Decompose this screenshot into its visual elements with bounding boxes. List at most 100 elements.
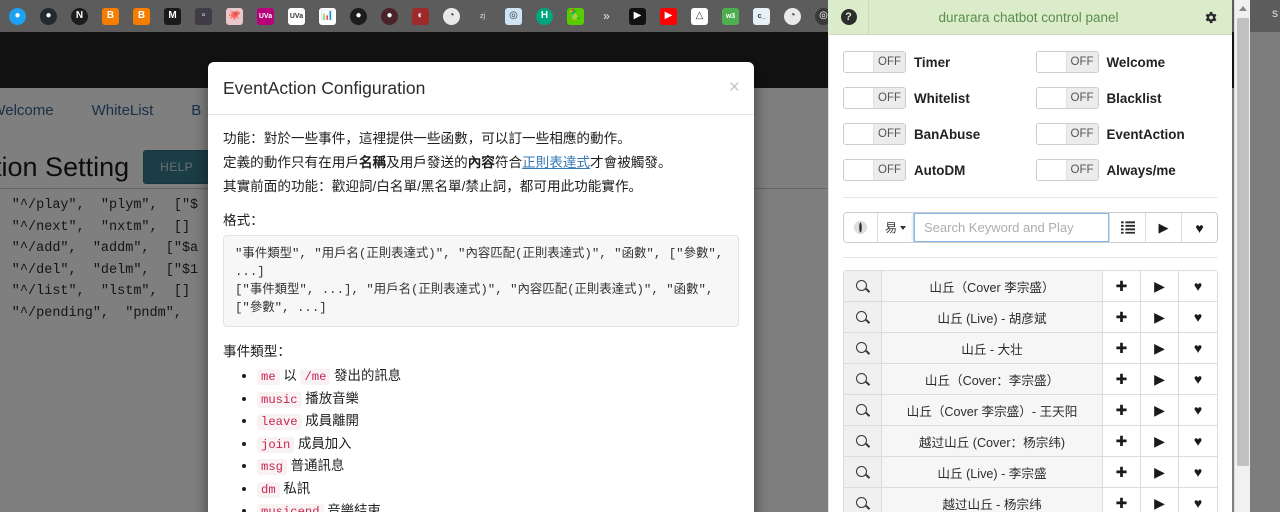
song-row[interactable]: 山丘（Cover 李宗盛） ✚ ▶ ♥: [843, 270, 1218, 301]
song-title[interactable]: 山丘（Cover 李宗盛）: [882, 271, 1103, 301]
song-row[interactable]: 山丘 (Live) - 李宗盛 ✚ ▶ ♥: [843, 456, 1218, 487]
play-icon[interactable]: ▶: [1145, 213, 1181, 242]
toggle-switch[interactable]: OFF: [843, 159, 906, 181]
bookmark-bluebird[interactable]: ●: [2, 3, 33, 29]
bookmark-globe-2[interactable]: ◔: [777, 3, 808, 29]
bookmark-blogger-1[interactable]: B: [95, 3, 126, 29]
search-icon[interactable]: [844, 426, 882, 456]
toggle-blacklist[interactable]: OFF Blacklist: [1035, 87, 1219, 109]
favorite-icon[interactable]: ♥: [1179, 457, 1217, 487]
search-icon[interactable]: [844, 364, 882, 394]
bookmark-dim[interactable]: ▫: [188, 3, 219, 29]
toggle-switch[interactable]: OFF: [843, 87, 906, 109]
play-icon[interactable]: ▶: [1141, 302, 1179, 332]
song-row[interactable]: 山丘（Cover 李宗盛）- 王天阳 ✚ ▶ ♥: [843, 394, 1218, 425]
song-row[interactable]: 越过山丘 (Cover：杨宗纬) ✚ ▶ ♥: [843, 425, 1218, 456]
bookmark-youtube[interactable]: ▶: [653, 3, 684, 29]
favorite-icon[interactable]: ♥: [1179, 488, 1217, 512]
bookmark-target[interactable]: ●: [343, 3, 374, 29]
favorite-icon[interactable]: ♥: [1181, 213, 1217, 242]
play-icon[interactable]: ▶: [1141, 457, 1179, 487]
song-row[interactable]: 山丘 - 大壮 ✚ ▶ ♥: [843, 332, 1218, 363]
add-to-playlist-icon[interactable]: ✚: [1103, 333, 1141, 363]
toggle-welcome[interactable]: OFF Welcome: [1035, 51, 1219, 73]
bookmark-zj[interactable]: zj: [467, 3, 498, 29]
song-row[interactable]: 越过山丘 - 杨宗纬 ✚ ▶ ♥: [843, 487, 1218, 512]
toggle-switch[interactable]: OFF: [1035, 87, 1099, 109]
song-title[interactable]: 越过山丘 (Cover：杨宗纬): [882, 426, 1103, 456]
add-to-playlist-icon[interactable]: ✚: [1103, 271, 1141, 301]
close-icon[interactable]: ×: [729, 78, 740, 97]
song-title[interactable]: 山丘 (Live) - 胡彦斌: [882, 302, 1103, 332]
bookmark-github[interactable]: ●: [33, 3, 64, 29]
toggle-always-me[interactable]: OFF Always/me: [1035, 159, 1219, 181]
toggle-switch[interactable]: OFF: [843, 51, 906, 73]
bookmark-globe-1[interactable]: ◔: [436, 3, 467, 29]
search-icon[interactable]: [844, 457, 882, 487]
toggle-autodm[interactable]: OFF AutoDM: [843, 159, 1026, 181]
bookmark-atom[interactable]: ◎: [498, 3, 529, 29]
search-icon[interactable]: [844, 488, 882, 512]
play-icon[interactable]: ▶: [1141, 333, 1179, 363]
favorite-icon[interactable]: ♥: [1179, 395, 1217, 425]
play-icon[interactable]: ▶: [1141, 395, 1179, 425]
add-to-playlist-icon[interactable]: ✚: [1103, 457, 1141, 487]
bookmark-uva-2[interactable]: UVa: [281, 3, 312, 29]
search-icon[interactable]: [844, 395, 882, 425]
bookmark-drive[interactable]: △: [684, 3, 715, 29]
bookmark-vimeo[interactable]: ▶: [622, 3, 653, 29]
bookmark-chart[interactable]: 📊: [312, 3, 343, 29]
add-to-playlist-icon[interactable]: ✚: [1103, 395, 1141, 425]
search-icon[interactable]: [844, 333, 882, 363]
search-input[interactable]: [914, 213, 1109, 242]
toggle-switch[interactable]: OFF: [1035, 123, 1099, 145]
favorite-icon[interactable]: ♥: [1179, 302, 1217, 332]
favorite-icon[interactable]: ♥: [1179, 426, 1217, 456]
bookmark-red-swirl[interactable]: ◐: [405, 3, 436, 29]
song-title[interactable]: 越过山丘 - 杨宗纬: [882, 488, 1103, 512]
help-circle-icon[interactable]: ?: [829, 0, 869, 34]
bookmark-duolingo[interactable]: 🦜: [560, 3, 591, 29]
bookmark-notion[interactable]: N: [64, 3, 95, 29]
search-icon[interactable]: [844, 302, 882, 332]
bookmark-w3[interactable]: w3: [715, 3, 746, 29]
bookmark-medium[interactable]: M: [157, 3, 188, 29]
favorite-icon[interactable]: ♥: [1179, 333, 1217, 363]
toggle-eventaction[interactable]: OFF EventAction: [1035, 123, 1219, 145]
play-icon[interactable]: ▶: [1141, 271, 1179, 301]
play-icon[interactable]: ▶: [1141, 488, 1179, 512]
song-row[interactable]: 山丘（Cover：李宗盛） ✚ ▶ ♥: [843, 363, 1218, 394]
play-icon[interactable]: ▶: [1141, 364, 1179, 394]
add-to-playlist-icon[interactable]: ✚: [1103, 488, 1141, 512]
song-title[interactable]: 山丘（Cover 李宗盛）- 王天阳: [882, 395, 1103, 425]
bookmark-faded[interactable]: ●: [374, 3, 405, 29]
bookmark-hackmd[interactable]: H: [529, 3, 560, 29]
language-select[interactable]: 易: [878, 213, 914, 242]
bookmark-chevrons[interactable]: »: [591, 3, 622, 29]
toggle-timer[interactable]: OFF Timer: [843, 51, 1026, 73]
play-icon[interactable]: ▶: [1141, 426, 1179, 456]
toggle-banabuse[interactable]: OFF BanAbuse: [843, 123, 1026, 145]
favorite-icon[interactable]: ♥: [1179, 271, 1217, 301]
toggle-switch[interactable]: OFF: [1035, 51, 1099, 73]
add-to-playlist-icon[interactable]: ✚: [1103, 426, 1141, 456]
bookmark-octopus[interactable]: 🐙: [219, 3, 250, 29]
bookmark-console[interactable]: c_: [746, 3, 777, 29]
playlist-icon[interactable]: [1109, 213, 1145, 242]
add-to-playlist-icon[interactable]: ✚: [1103, 364, 1141, 394]
scroll-up-icon[interactable]: [1235, 0, 1250, 16]
toggle-switch[interactable]: OFF: [1035, 159, 1099, 181]
bookmark-uva-1[interactable]: UVa: [250, 3, 281, 29]
scrollbar-thumb[interactable]: [1237, 18, 1249, 466]
toggle-switch[interactable]: OFF: [843, 123, 906, 145]
bookmark-blogger-2[interactable]: B: [126, 3, 157, 29]
add-to-playlist-icon[interactable]: ✚: [1103, 302, 1141, 332]
gear-icon[interactable]: [1188, 10, 1232, 25]
globe-icon[interactable]: [844, 213, 878, 242]
song-row[interactable]: 山丘 (Live) - 胡彦斌 ✚ ▶ ♥: [843, 301, 1218, 332]
song-title[interactable]: 山丘（Cover：李宗盛）: [882, 364, 1103, 394]
panel-scrollbar[interactable]: [1234, 0, 1250, 512]
song-title[interactable]: 山丘 (Live) - 李宗盛: [882, 457, 1103, 487]
regex-link[interactable]: 正則表達式: [522, 155, 590, 170]
favorite-icon[interactable]: ♥: [1179, 364, 1217, 394]
